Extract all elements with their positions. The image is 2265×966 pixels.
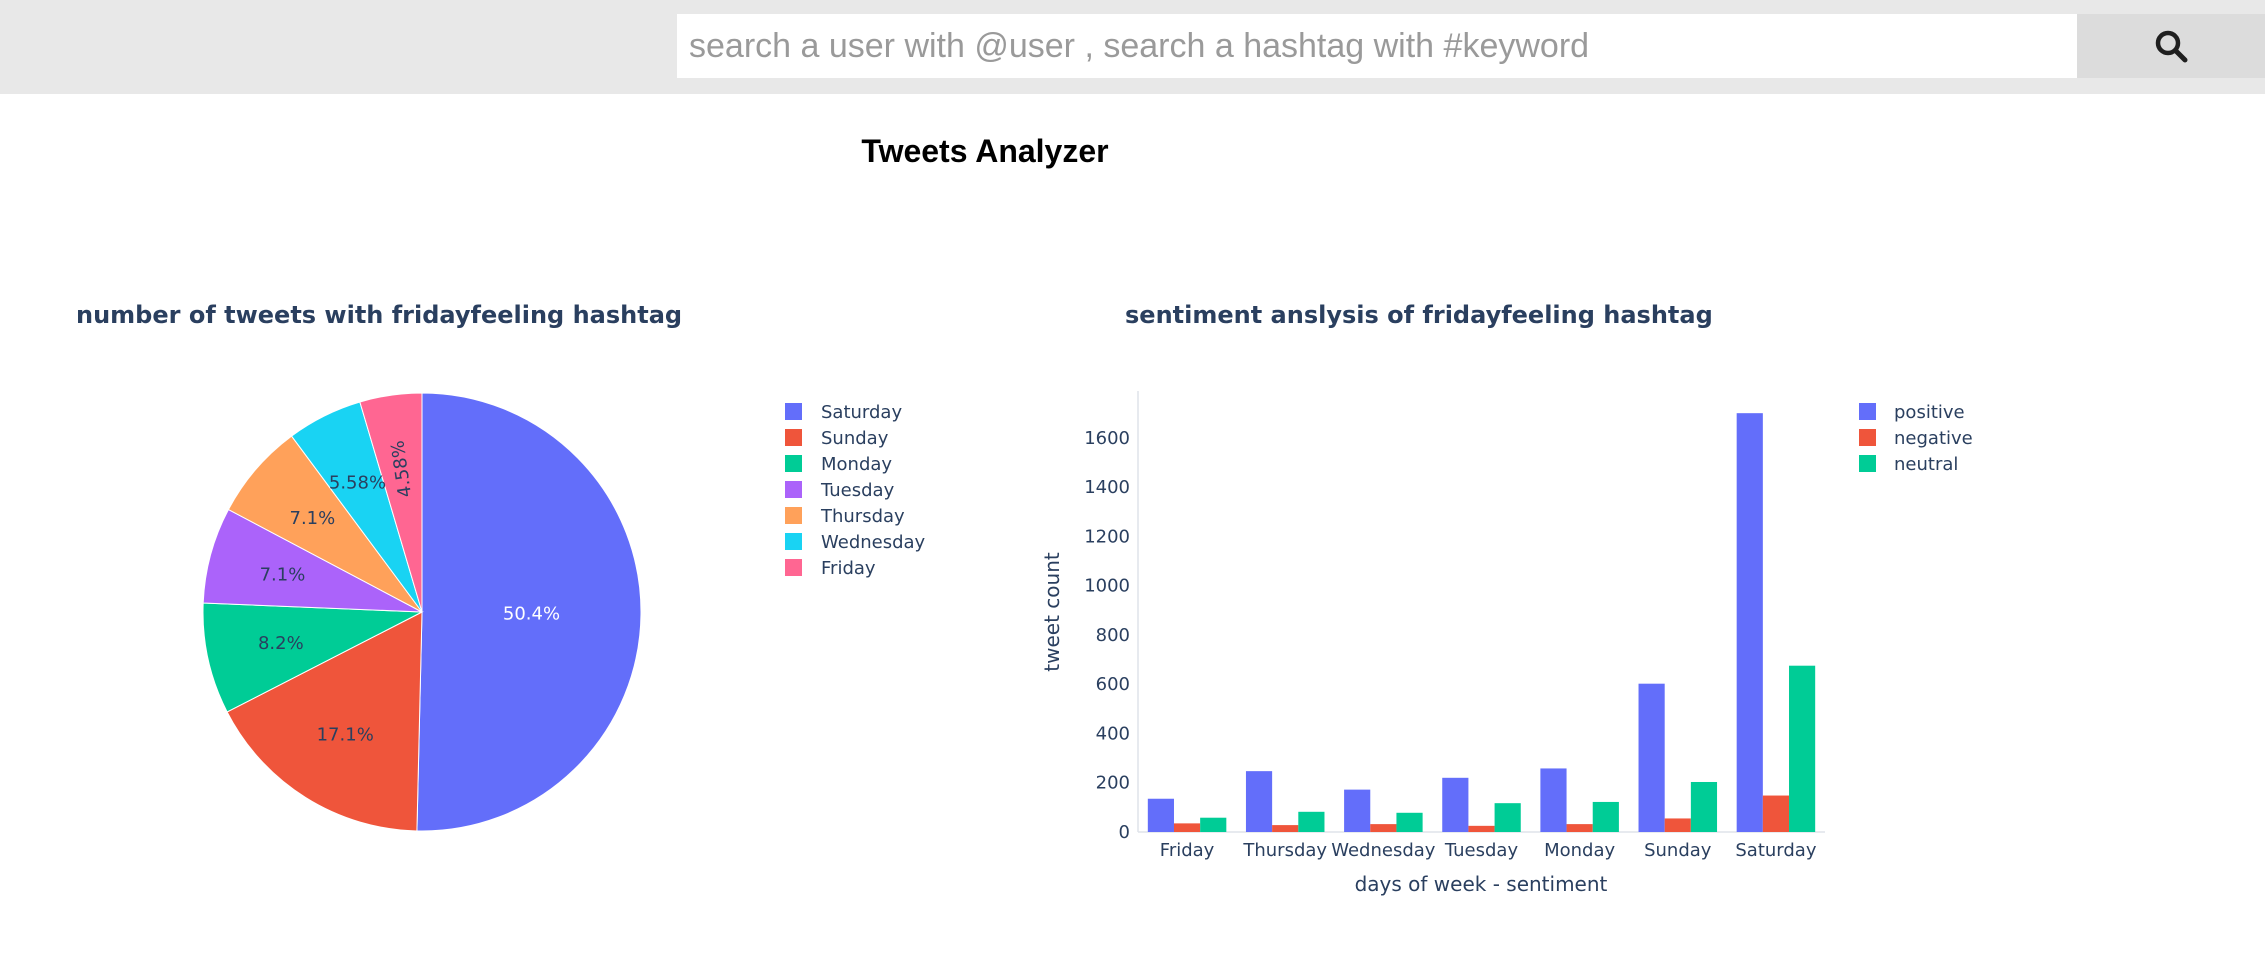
- bar-chart-title: sentiment anslysis of fridayfeeling hash…: [1125, 301, 1713, 329]
- bar-chart: sentiment anslysis of fridayfeeling hash…: [1040, 301, 1973, 896]
- y-tick-label: 0: [1119, 822, 1130, 843]
- pie-slices: [202, 392, 642, 832]
- bar-neutral-sunday[interactable]: [1690, 781, 1718, 832]
- legend-swatch[interactable]: [785, 533, 802, 550]
- legend-swatch[interactable]: [1859, 429, 1876, 446]
- bar-neutral-tuesday[interactable]: [1494, 803, 1521, 832]
- bar-positive-monday[interactable]: [1540, 768, 1567, 832]
- legend-swatch[interactable]: [785, 429, 802, 446]
- legend-swatch[interactable]: [785, 455, 802, 472]
- legend-item-monday[interactable]: Monday: [821, 454, 892, 475]
- pie-slice-label: 17.1%: [317, 724, 374, 745]
- legend-swatch[interactable]: [785, 403, 802, 420]
- x-tick-label: Sunday: [1644, 840, 1712, 861]
- legend-item-thursday[interactable]: Thursday: [820, 506, 905, 527]
- legend-swatch[interactable]: [785, 559, 802, 576]
- x-tick-label: Tuesday: [1444, 840, 1519, 861]
- bar-positive-wednesday[interactable]: [1344, 789, 1371, 832]
- pie-slice-label: 8.2%: [258, 633, 304, 654]
- y-tick-label: 1000: [1084, 576, 1130, 597]
- bar-negative-tuesday[interactable]: [1468, 825, 1495, 832]
- legend-item-wednesday[interactable]: Wednesday: [821, 532, 926, 553]
- y-tick-label: 400: [1096, 723, 1130, 744]
- x-tick-label: Monday: [1544, 840, 1615, 861]
- pie-slice-label: 5.58%: [329, 473, 386, 494]
- x-axis-title: days of week - sentiment: [1355, 872, 1608, 896]
- pie-legend: Saturday Sunday Monday Tuesday Thursday Wedne…: [785, 402, 926, 579]
- pie-slice-label: 50.4%: [503, 603, 560, 624]
- bar-negative-thursday[interactable]: [1272, 825, 1299, 832]
- bar-negative-saturday[interactable]: [1762, 795, 1790, 832]
- legend-swatch[interactable]: [785, 507, 802, 524]
- bar-positive-friday[interactable]: [1147, 798, 1174, 832]
- bar-neutral-saturday[interactable]: [1789, 665, 1816, 832]
- x-tick-label: Friday: [1160, 840, 1215, 861]
- legend-item-tuesday[interactable]: Tuesday: [820, 480, 895, 501]
- x-tick-label: Wednesday: [1331, 840, 1436, 861]
- bar-negative-monday[interactable]: [1566, 824, 1593, 832]
- pie-slice-label: 7.1%: [260, 564, 306, 585]
- pie-chart: number of tweets with fridayfeeling hash…: [76, 301, 926, 832]
- x-tick-label: Thursday: [1242, 840, 1327, 861]
- bar-neutral-monday[interactable]: [1592, 801, 1619, 832]
- y-tick-label: 1400: [1084, 477, 1130, 498]
- y-tick-label: 200: [1096, 773, 1130, 794]
- y-tick-label: 1200: [1084, 526, 1130, 547]
- bar-positive-thursday[interactable]: [1245, 771, 1273, 832]
- bar-bars: [1147, 413, 1816, 832]
- y-axis-title: tweet count: [1040, 552, 1064, 672]
- charts-canvas: number of tweets with fridayfeeling hash…: [76, 301, 1973, 896]
- pie-slice-label: 7.1%: [290, 508, 336, 529]
- bar-positive-sunday[interactable]: [1638, 683, 1665, 832]
- legend-swatch[interactable]: [785, 481, 802, 498]
- bar-negative-friday[interactable]: [1173, 823, 1201, 832]
- bar-negative-wednesday[interactable]: [1370, 824, 1397, 832]
- y-tick-label: 800: [1096, 625, 1130, 646]
- legend-swatch[interactable]: [1859, 455, 1876, 472]
- bar-negative-sunday[interactable]: [1664, 818, 1691, 832]
- bar-neutral-thursday[interactable]: [1298, 811, 1325, 832]
- bar-positive-tuesday[interactable]: [1442, 777, 1469, 832]
- pie-chart-title: number of tweets with fridayfeeling hash…: [76, 301, 682, 329]
- legend-swatch[interactable]: [1859, 403, 1876, 420]
- legend-item-positive[interactable]: positive: [1894, 402, 1965, 423]
- legend-item-saturday[interactable]: Saturday: [821, 402, 902, 423]
- y-tick-label: 600: [1096, 674, 1130, 695]
- y-tick-label: 1600: [1084, 428, 1130, 449]
- legend-item-sunday[interactable]: Sunday: [821, 428, 889, 449]
- bar-positive-saturday[interactable]: [1736, 413, 1763, 832]
- legend-item-negative[interactable]: negative: [1894, 428, 1973, 449]
- x-tick-label: Saturday: [1735, 840, 1816, 861]
- bar-neutral-wednesday[interactable]: [1396, 812, 1423, 832]
- legend-item-friday[interactable]: Friday: [821, 558, 876, 579]
- bar-neutral-friday[interactable]: [1200, 817, 1227, 832]
- legend-item-neutral[interactable]: neutral: [1894, 454, 1958, 475]
- bar-legend: positive negative neutral: [1859, 402, 1973, 475]
